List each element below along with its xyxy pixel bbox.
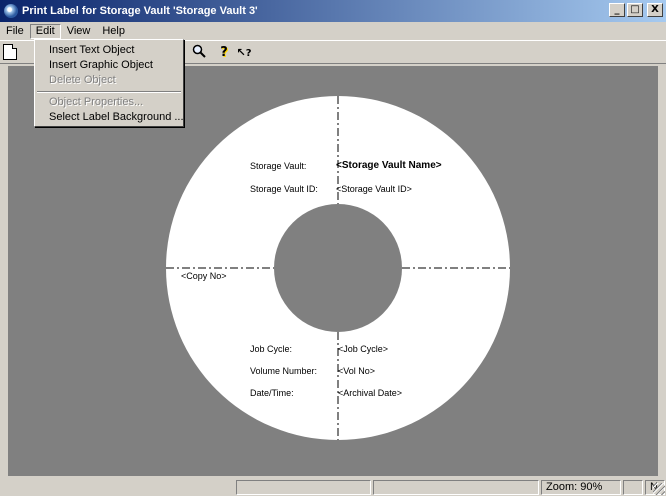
menu-help-label: Help <box>102 24 125 37</box>
menu-edit-label: Edit <box>35 24 55 37</box>
menu-object-properties: Object Properties... <box>49 96 144 108</box>
menu-file[interactable]: File <box>0 24 30 39</box>
maximize-button[interactable]: □ <box>627 3 643 17</box>
storage-vault-id-value[interactable]: <Storage Vault ID> <box>336 184 412 194</box>
menu-edit[interactable]: Edit <box>29 23 61 39</box>
status-pane-1 <box>236 480 371 495</box>
menu-view-label: View <box>66 24 91 37</box>
date-time-value[interactable]: <Archival Date> <box>338 388 402 398</box>
job-cycle-label[interactable]: Job Cycle: <box>250 344 292 354</box>
copy-no-field[interactable]: <Copy No> <box>181 271 227 281</box>
disc-app-icon <box>4 4 18 18</box>
title-bar[interactable]: Print Label for Storage Vault 'Storage V… <box>0 0 666 22</box>
menu-insert-text-object[interactable]: Insert Text Object <box>49 44 134 56</box>
volume-number-label[interactable]: Volume Number: <box>250 366 317 376</box>
status-bar: Zoom: 90% N <box>0 478 666 496</box>
window-title: Print Label for Storage Vault 'Storage V… <box>22 5 258 17</box>
menu-help[interactable]: Help <box>96 24 131 39</box>
zoom-status: Zoom: 90% <box>541 480 621 495</box>
minimize-button[interactable]: _ <box>609 3 625 17</box>
label-canvas[interactable]: Storage Vault: <Storage Vault Name> Stor… <box>8 66 658 476</box>
resize-grip[interactable] <box>653 483 665 495</box>
status-pane-2 <box>373 480 539 495</box>
job-cycle-value[interactable]: <Job Cycle> <box>338 344 388 354</box>
help-glyph: ? <box>220 45 228 60</box>
date-time-label[interactable]: Date/Time: <box>250 388 294 398</box>
label-hole <box>274 204 402 332</box>
volume-number-value[interactable]: <Vol No> <box>338 366 375 376</box>
context-help-glyph: ? <box>245 48 252 59</box>
storage-vault-value[interactable]: <Storage Vault Name> <box>336 160 442 171</box>
menu-bar: File Edit View Help <box>0 22 666 40</box>
status-pane-4 <box>623 480 643 495</box>
menu-file-label: File <box>6 24 24 37</box>
context-help-icon[interactable]: ↖? <box>235 44 253 62</box>
storage-vault-id-label[interactable]: Storage Vault ID: <box>250 184 318 194</box>
close-button[interactable]: X <box>647 3 663 17</box>
menu-delete-object: Delete Object <box>49 74 116 86</box>
menu-view[interactable]: View <box>61 24 97 39</box>
magnifier-icon[interactable] <box>190 44 208 62</box>
storage-vault-label[interactable]: Storage Vault: <box>250 161 306 171</box>
menu-separator <box>37 91 181 93</box>
disc-label <box>166 96 510 440</box>
menu-select-label-background[interactable]: Select Label Background ... <box>49 111 184 123</box>
menu-insert-graphic-object[interactable]: Insert Graphic Object <box>49 59 153 71</box>
window-controls: _ □ X <box>609 3 663 17</box>
new-document-icon[interactable] <box>3 44 17 60</box>
help-icon[interactable]: ? <box>215 44 233 62</box>
arrow-glyph: ↖ <box>236 46 246 59</box>
magnifier-glyph <box>192 44 206 58</box>
edit-menu-dropdown: Insert Text Object Insert Graphic Object… <box>34 39 184 127</box>
